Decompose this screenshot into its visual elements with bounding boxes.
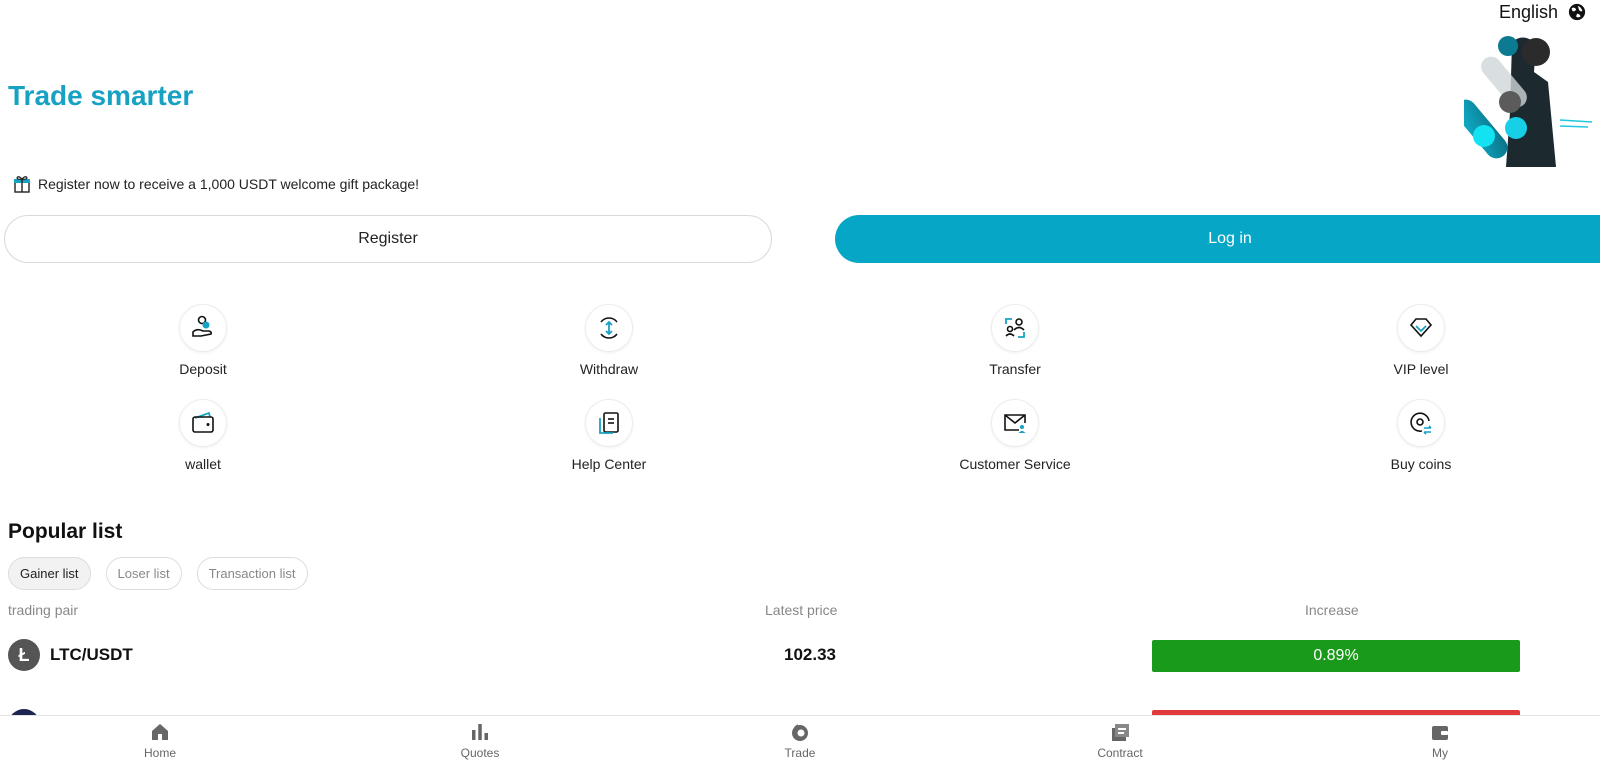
tab-gainer-list[interactable]: Gainer list	[8, 557, 91, 590]
ltc-coin-icon: Ł	[8, 639, 40, 671]
register-button[interactable]: Register	[4, 215, 772, 263]
column-header-price: Latest price	[765, 602, 838, 618]
transfer-icon	[1005, 318, 1025, 338]
latest-price: 102.33	[784, 645, 836, 664]
language-selector[interactable]: English	[1499, 0, 1586, 24]
quick-action-buy-coins[interactable]: Buy coins	[1218, 399, 1600, 472]
popular-list-title: Popular list	[8, 520, 123, 543]
popular-tabs: Gainer list Loser list Transaction list	[8, 557, 308, 590]
promo-athlete-image	[1464, 36, 1593, 167]
home-page: English Trade smarter Register now to re…	[0, 0, 1600, 765]
column-header-increase: Increase	[1305, 602, 1359, 618]
gift-text: Register now to receive a 1,000 USDT wel…	[38, 176, 420, 192]
nav-contract[interactable]: Contract	[960, 716, 1280, 765]
table-row[interactable]: Ł LTC/USDT 102.33 0.89%	[0, 632, 1600, 678]
quick-action-label: Help Center	[571, 456, 647, 472]
globe-icon	[1568, 3, 1586, 21]
gift-icon	[14, 176, 30, 193]
tab-transaction-list[interactable]: Transaction list	[196, 557, 308, 590]
quick-action-label: Deposit	[179, 361, 227, 377]
trade-icon	[792, 724, 808, 741]
login-button[interactable]: Log in	[835, 215, 1600, 263]
home-icon	[152, 724, 168, 740]
quick-action-customer-service[interactable]: Customer Service	[812, 399, 1218, 472]
help-center-icon	[599, 412, 619, 434]
column-header-pair: trading pair	[8, 602, 79, 618]
increase-badge: 0.89%	[1152, 640, 1520, 672]
diamond-icon	[1409, 318, 1433, 338]
nav-home[interactable]: Home	[0, 716, 320, 765]
nav-label: My	[1432, 746, 1448, 760]
quick-action-label: VIP level	[1393, 361, 1449, 377]
withdraw-icon	[600, 317, 618, 339]
quick-action-help-center[interactable]: Help Center	[406, 399, 812, 472]
quick-action-label: wallet	[185, 456, 221, 472]
nav-label: Trade	[784, 746, 816, 760]
language-label: English	[1498, 1, 1558, 22]
bar-chart-icon	[472, 724, 488, 740]
table-header: trading pair Latest price Increase	[0, 602, 1600, 622]
quick-action-label: Withdraw	[579, 361, 639, 377]
deposit-icon	[192, 315, 213, 337]
quick-action-transfer[interactable]: Transfer	[812, 304, 1218, 377]
quick-action-label: Customer Service	[959, 456, 1071, 472]
buy-coins-icon	[1410, 412, 1432, 435]
quick-action-deposit[interactable]: Deposit	[0, 304, 406, 377]
tab-loser-list[interactable]: Loser list	[105, 557, 182, 590]
quick-action-withdraw[interactable]: Withdraw	[406, 304, 812, 377]
nav-label: Home	[143, 746, 176, 760]
quick-actions-grid: Deposit Withdraw Transfer VIP level wall…	[0, 304, 1600, 472]
contract-icon	[1112, 724, 1129, 741]
nav-label: Quotes	[460, 746, 500, 760]
quick-action-wallet[interactable]: wallet	[0, 399, 406, 472]
quick-action-vip-level[interactable]: VIP level	[1218, 304, 1600, 377]
quick-action-label: Transfer	[989, 361, 1041, 377]
nav-quotes[interactable]: Quotes	[320, 716, 640, 765]
pair-name: LTC/USDT	[50, 645, 133, 664]
wallet-icon	[1432, 726, 1448, 740]
nav-my[interactable]: My	[1280, 716, 1600, 765]
quick-action-label: Buy coins	[1390, 456, 1452, 472]
wallet-icon	[192, 411, 214, 433]
nav-label: Contract	[1097, 746, 1143, 760]
nav-trade[interactable]: Trade	[640, 716, 960, 765]
mail-user-icon	[1004, 414, 1026, 433]
bottom-nav: Home Quotes Trade Contract My	[0, 715, 1600, 765]
welcome-gift-banner[interactable]: Register now to receive a 1,000 USDT wel…	[12, 174, 419, 194]
hero-title: Trade smarter	[8, 80, 194, 111]
